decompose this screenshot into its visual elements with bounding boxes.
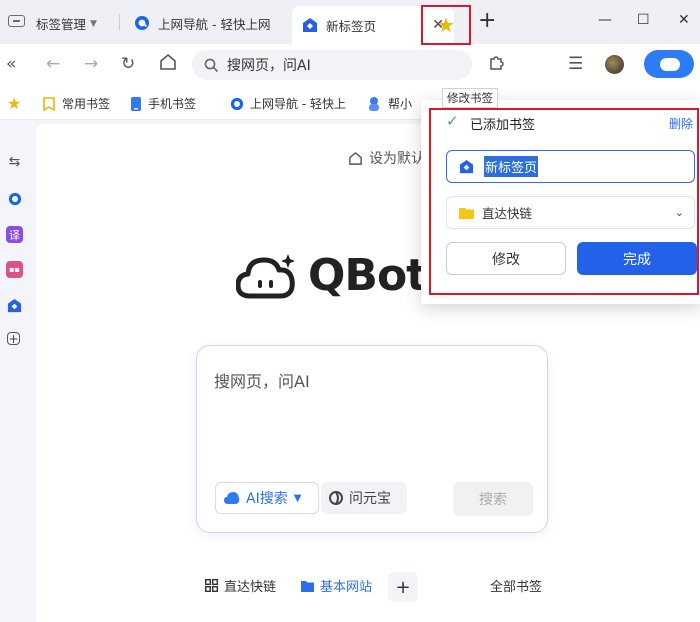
translate-icon[interactable]: 译 (6, 226, 23, 243)
forward-icon[interactable]: → (84, 54, 98, 74)
bookmark-item[interactable]: 常用书签 (42, 95, 110, 112)
ai-search-label: AI搜索 (246, 491, 288, 507)
bookmark-label: 手机书签 (148, 97, 197, 111)
tab-title: 上网导航 - 轻快上网 (158, 16, 271, 32)
collapse-sidebar-icon[interactable]: « (6, 54, 16, 74)
chevron-down-icon: ⌄ (674, 206, 684, 219)
bookmark-item[interactable]: 手机书签 (130, 95, 196, 112)
ask-yuanbao-button[interactable]: 问元宝 (321, 482, 407, 514)
folder-icon (459, 207, 474, 219)
swap-icon[interactable]: ⇆ (6, 153, 23, 170)
search-box[interactable]: 搜网页，问AI AI搜索 ▼ 问元宝 搜索 (196, 345, 548, 533)
pdf-tool-icon[interactable]: ▪▪ (6, 261, 23, 278)
cloud-sync-button[interactable] (644, 50, 694, 78)
back-icon[interactable]: ← (46, 54, 60, 74)
side-panel: ⇆ 译 ▪▪ + (0, 120, 30, 622)
grid-icon (205, 579, 218, 592)
bookmark-folder-value: 直达快链 (482, 206, 533, 221)
basic-sites-button[interactable]: 基本网站 (301, 576, 372, 595)
caret-down-icon: ▼ (90, 18, 97, 29)
check-icon: ✓ (446, 112, 459, 130)
bookmark-item[interactable]: 帮小 (366, 95, 412, 112)
yuanbao-icon (329, 491, 343, 505)
search-placeholder[interactable]: 搜网页，问AI (214, 368, 310, 392)
new-tab-page-icon (459, 159, 474, 174)
home-page-icon (303, 18, 317, 32)
tab-navigation[interactable]: 上网导航 - 轻快上网 (124, 6, 286, 40)
done-button[interactable]: 完成 (577, 242, 697, 275)
new-tab-button[interactable]: + (478, 10, 496, 32)
set-default-label: 设为默认 (369, 151, 425, 167)
new-tab-page-icon[interactable] (6, 297, 23, 314)
bookmark-label: 上网导航 - 轻快上 (250, 97, 346, 111)
yuanbao-label: 问元宝 (349, 491, 391, 507)
tab-manager-button[interactable]: 标签管理 ▼ (36, 14, 97, 33)
edit-bookmark-tooltip: 修改书签 (442, 88, 498, 108)
tab-divider (119, 14, 120, 30)
qq-browser-icon (230, 97, 244, 110)
add-panel-icon[interactable]: + (7, 332, 20, 346)
set-default-button[interactable]: 设为默认 (348, 148, 425, 168)
tab-title: 新标签页 (326, 18, 377, 34)
bookmark-folder-select[interactable]: 直达快链 ⌄ (446, 196, 695, 229)
home-icon[interactable] (159, 53, 177, 76)
qbot-logo: QBot (236, 250, 427, 301)
avatar[interactable] (605, 55, 624, 74)
ai-cloud-icon (224, 492, 240, 504)
search-button[interactable]: 搜索 (453, 482, 533, 516)
reload-icon[interactable]: ↻ (121, 54, 135, 74)
quick-links-label: 直达快链 (224, 580, 277, 595)
bookmark-name-value: 新标签页 (484, 156, 539, 177)
all-bookmarks-link[interactable]: 全部书签 (490, 576, 542, 595)
bookmarks-star-icon[interactable]: ★ (7, 94, 21, 113)
maximize-button[interactable]: ☐ (637, 12, 650, 28)
bookmark-label: 帮小 (388, 97, 413, 111)
bookmark-item[interactable]: 上网导航 - 轻快上 (230, 95, 346, 112)
close-window-button[interactable]: ✕ (678, 12, 690, 28)
bookmark-added-status: 已添加书签 (470, 118, 536, 133)
ai-search-dropdown[interactable]: AI搜索 ▼ (215, 482, 319, 514)
caret-down-icon: ▼ (293, 492, 302, 504)
home-outline-icon (349, 151, 362, 165)
bookmark-star-button[interactable]: ★ (421, 5, 471, 45)
delete-bookmark-link[interactable]: 删除 (669, 115, 693, 132)
minimize-button[interactable]: — (598, 12, 612, 28)
bookmark-name-field[interactable]: 新标签页 (446, 150, 695, 183)
qq-browser-icon (135, 16, 149, 30)
helper-app-icon (369, 96, 379, 111)
star-icon: ★ (437, 13, 455, 37)
menu-icon[interactable]: ☰ (568, 54, 583, 74)
edit-button[interactable]: 修改 (446, 242, 566, 275)
qq-browser-icon[interactable] (6, 190, 23, 207)
search-icon (204, 58, 219, 72)
address-bar[interactable]: 搜网页，问AI (192, 50, 472, 80)
quick-links-button[interactable]: 直达快链 (205, 576, 276, 595)
toolbar: « ← → ↻ 搜网页，问AI ☰ (0, 44, 700, 86)
tab-strip: 标签管理 ▼ 上网导航 - 轻快上网 新标签页 ✕ + — ☐ ✕ (0, 0, 700, 44)
bookmark-icon (43, 96, 55, 111)
folder-icon (301, 580, 314, 592)
phone-icon (131, 96, 141, 111)
extensions-icon[interactable] (488, 53, 506, 76)
bookmark-label: 常用书签 (62, 97, 111, 111)
logo-text: QBot (308, 250, 427, 301)
qbot-cloud-icon (236, 253, 295, 298)
address-text: 搜网页，问AI (227, 58, 311, 74)
tab-groups-icon[interactable] (6, 10, 26, 32)
tab-manager-label: 标签管理 (36, 17, 87, 32)
add-site-button[interactable]: + (388, 572, 418, 602)
basic-sites-label: 基本网站 (320, 580, 373, 595)
